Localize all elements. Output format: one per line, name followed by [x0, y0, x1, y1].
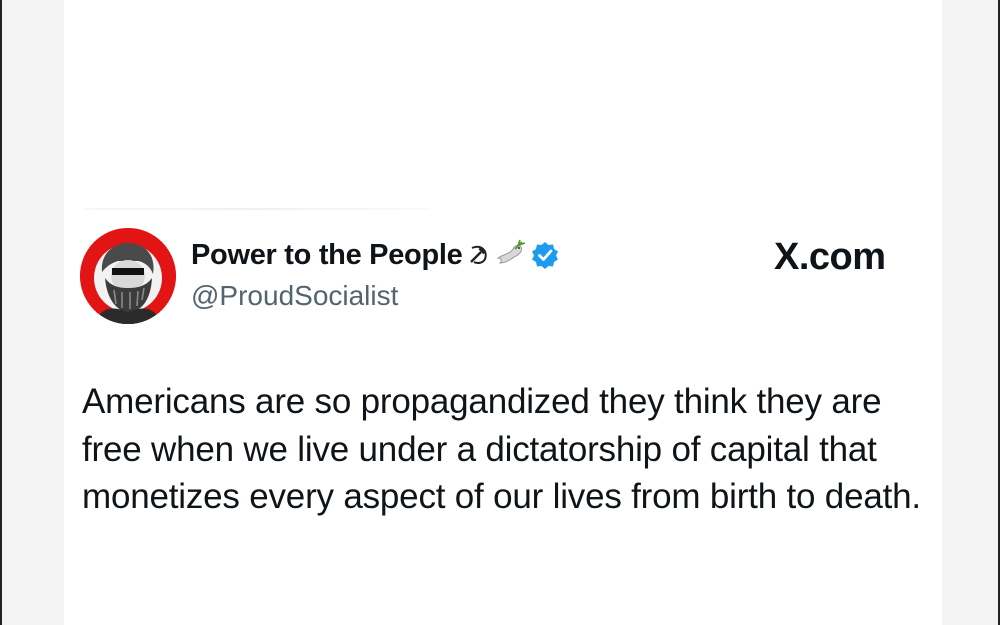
- hammer-and-sickle-icon: [470, 245, 488, 264]
- avatar[interactable]: [80, 228, 176, 324]
- username-handle[interactable]: @ProudSocialist: [191, 280, 398, 312]
- display-name-row: Power to the People: [191, 238, 560, 272]
- screenshot-frame: Power to the People @ProudSocialist X.co…: [0, 0, 1000, 625]
- divider: [84, 208, 429, 210]
- verified-badge-icon[interactable]: [530, 240, 560, 270]
- portrait-icon: [80, 228, 176, 324]
- display-name[interactable]: Power to the People: [191, 239, 463, 272]
- name-emoji-group: [466, 238, 560, 272]
- brand-logo-text: X.com: [774, 236, 886, 278]
- dove-icon: [497, 239, 526, 264]
- tweet-card: Power to the People @ProudSocialist X.co…: [64, 0, 942, 625]
- tweet-body: Americans are so propagandized they thin…: [82, 382, 921, 516]
